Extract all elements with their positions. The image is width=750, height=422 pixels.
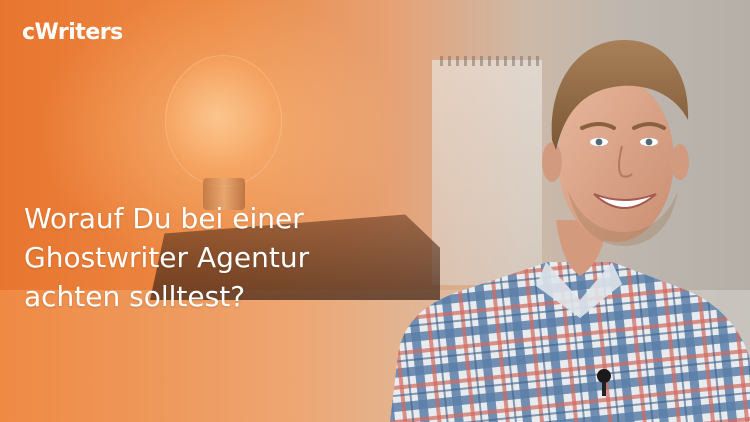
thumbnail: cWriters Worauf Du bei einer Ghostwriter…	[0, 0, 750, 422]
presenter-photo	[390, 40, 750, 422]
plaid-shirt	[390, 262, 750, 422]
